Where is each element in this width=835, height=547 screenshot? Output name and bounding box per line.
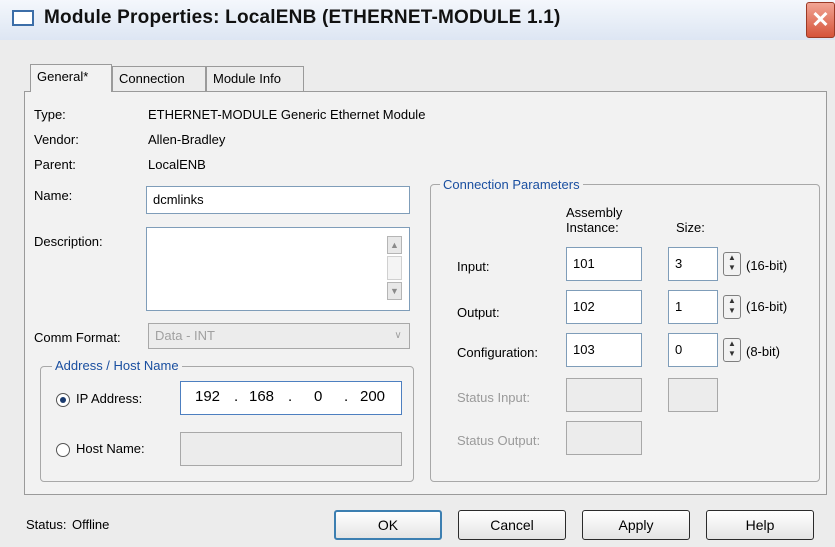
ip-address-label: IP Address:	[76, 391, 143, 406]
output-size-spinner[interactable]: ▲ ▼	[723, 295, 741, 319]
chevron-down-icon: ∨	[394, 330, 402, 341]
type-label: Type:	[34, 107, 66, 122]
tab-module-info[interactable]: Module Info	[206, 66, 304, 91]
tab-module-info-label: Module Info	[213, 71, 281, 86]
vendor-value: Allen-Bradley	[148, 132, 226, 147]
status-label: Status:	[26, 517, 67, 532]
input-label: Input:	[457, 259, 490, 274]
ip-dot: .	[344, 388, 349, 405]
configuration-label: Configuration:	[457, 345, 538, 360]
ip-octet-1: 192	[195, 388, 221, 405]
status-output-instance-field[interactable]	[566, 421, 642, 455]
ip-dot: .	[288, 388, 293, 405]
type-value: ETHERNET-MODULE Generic Ethernet Module	[148, 107, 426, 122]
close-button[interactable]: ✕	[806, 2, 835, 38]
configuration-size-spinner[interactable]: ▲ ▼	[723, 338, 741, 362]
input-size-unit: (16-bit)	[746, 258, 788, 273]
status-input-size-field[interactable]	[668, 378, 718, 412]
input-instance-field[interactable]: 101	[566, 247, 642, 281]
address-group-title: Address / Host Name	[52, 358, 182, 373]
name-input[interactable]: dcmlinks	[146, 186, 410, 214]
output-instance-field[interactable]: 102	[566, 290, 642, 324]
tab-general[interactable]: General*	[30, 64, 112, 92]
ip-octet-2: 168	[249, 388, 275, 405]
ip-octet-3: 0	[314, 388, 323, 405]
status-value: Offline	[72, 517, 110, 532]
cancel-button[interactable]: Cancel	[458, 510, 566, 540]
host-name-field[interactable]	[180, 432, 402, 466]
input-size-field[interactable]: 3	[668, 247, 718, 281]
parent-label: Parent:	[34, 157, 76, 172]
status-output-label: Status Output:	[457, 433, 541, 448]
host-name-radio[interactable]	[56, 443, 70, 457]
output-label: Output:	[457, 305, 500, 320]
status-input-instance-field[interactable]	[566, 378, 642, 412]
description-scrollbar-track[interactable]	[387, 256, 402, 280]
description-textarea[interactable]	[146, 227, 410, 311]
output-size-field[interactable]: 1	[668, 290, 718, 324]
help-button[interactable]: Help	[706, 510, 814, 540]
assembly-instance-header: Assembly Instance:	[566, 205, 623, 235]
tab-connection[interactable]: Connection	[112, 66, 206, 91]
parent-value: LocalENB	[148, 157, 206, 172]
description-scroll-up[interactable]: ▲	[387, 236, 402, 254]
apply-button[interactable]: Apply	[582, 510, 690, 540]
description-scroll-down[interactable]: ▼	[387, 282, 402, 300]
configuration-instance-field[interactable]: 103	[566, 333, 642, 367]
connection-params-title: Connection Parameters	[440, 177, 583, 192]
configuration-size-unit: (8-bit)	[746, 344, 780, 359]
status-input-label: Status Input:	[457, 390, 530, 405]
tab-general-label: General*	[37, 69, 89, 84]
ip-octet-4: 200	[360, 388, 386, 405]
output-size-unit: (16-bit)	[746, 299, 788, 314]
window-icon	[12, 10, 34, 26]
tab-connection-label: Connection	[119, 71, 185, 86]
comm-format-select[interactable]: Data - INT	[148, 323, 410, 349]
vendor-label: Vendor:	[34, 132, 79, 147]
host-name-label: Host Name:	[76, 441, 145, 456]
name-label: Name:	[34, 188, 73, 203]
comm-format-label: Comm Format:	[34, 330, 121, 345]
input-size-spinner[interactable]: ▲ ▼	[723, 252, 741, 276]
configuration-size-field[interactable]: 0	[668, 333, 718, 367]
description-label: Description:	[34, 234, 103, 249]
ip-address-radio[interactable]	[56, 393, 70, 407]
window-title: Module Properties: LocalENB (ETHERNET-MO…	[44, 7, 561, 28]
ok-button[interactable]: OK	[334, 510, 442, 540]
ip-dot: .	[234, 388, 239, 405]
size-header: Size:	[676, 220, 705, 235]
